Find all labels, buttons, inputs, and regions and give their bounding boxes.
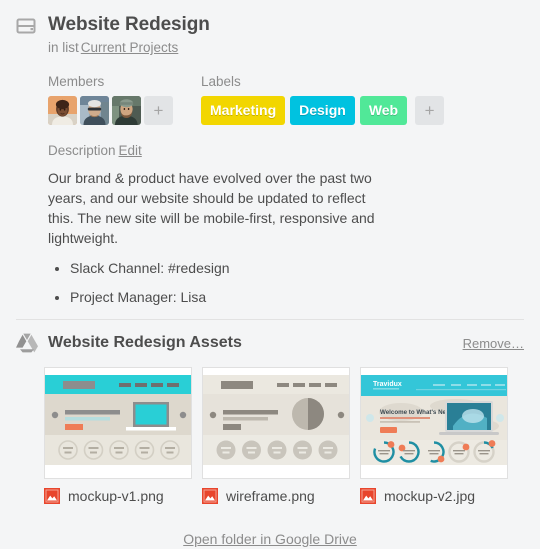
attachment-caption: mockup-v2.jpg [360, 488, 508, 504]
list-item: Project Manager: Lisa [70, 287, 378, 307]
drive-attachment-header: Website Redesign Assets Remove… [16, 333, 524, 353]
page-title: Website Redesign [48, 14, 210, 35]
description-heading: Description [48, 143, 116, 158]
thumbnail-preview-mockup-v1[interactable] [44, 367, 192, 479]
list-name-link[interactable]: Current Projects [81, 40, 179, 55]
card-meta-row: Members + Labels Marketing Design Web + [48, 74, 524, 125]
labels-list: Marketing Design Web + [201, 96, 445, 125]
image-file-icon [44, 488, 60, 504]
card-window-icon [16, 16, 36, 36]
member-avatar-1[interactable] [48, 96, 77, 125]
label-chip-marketing[interactable]: Marketing [201, 96, 286, 125]
in-list-prefix: in list [48, 40, 79, 55]
attachment-file-name: mockup-v2.jpg [384, 488, 476, 504]
attachment-item-mockup-v2[interactable]: Travidux Welcome to What's Next mockup-v… [360, 367, 508, 504]
drive-footer: Open folder in Google Drive [16, 531, 524, 549]
attachment-file-name: mockup-v1.png [68, 488, 164, 504]
add-label-button[interactable]: + [415, 96, 445, 125]
card-header: Website Redesign in list Current Projects [16, 14, 524, 56]
attachment-item-mockup-v1[interactable]: mockup-v1.png [44, 367, 192, 504]
description-header: Description Edit [48, 143, 378, 159]
description-paragraph: Our brand & product have evolved over th… [48, 170, 375, 246]
open-folder-in-drive-link[interactable]: Open folder in Google Drive [183, 531, 357, 547]
image-file-icon [202, 488, 218, 504]
attachment-thumbnail-list: mockup-v1.png wireframe.png Travidux Wel… [44, 367, 524, 504]
drive-attachment-section: Website Redesign Assets Remove… mockup-v… [0, 333, 540, 549]
label-chip-design[interactable]: Design [290, 96, 355, 125]
card-list-location: in list Current Projects [48, 40, 524, 56]
labels-heading: Labels [201, 74, 241, 89]
remove-attachment-link[interactable]: Remove… [463, 336, 524, 351]
description-edit-link[interactable]: Edit [119, 143, 142, 158]
preview-hero-label: Welcome to What's Next [380, 409, 452, 416]
members-heading: Members [48, 74, 105, 89]
labels-section: Labels Marketing Design Web + [201, 74, 445, 125]
preview-brand-label: Travidux [373, 381, 402, 388]
members-list: + [48, 96, 201, 125]
attachment-caption: mockup-v1.png [44, 488, 192, 504]
members-section: Members + [48, 74, 201, 125]
attachment-title: Website Redesign Assets [48, 334, 242, 351]
image-file-icon [360, 488, 376, 504]
description-bullet-list: Slack Channel: #redesign Project Manager… [48, 258, 378, 307]
section-divider [16, 319, 524, 320]
google-drive-icon [16, 333, 38, 353]
member-avatar-2[interactable] [80, 96, 109, 125]
add-member-button[interactable]: + [144, 96, 173, 125]
attachment-caption: wireframe.png [202, 488, 350, 504]
list-item: Slack Channel: #redesign [70, 258, 378, 278]
label-chip-web[interactable]: Web [359, 96, 408, 125]
thumbnail-preview-mockup-v2[interactable]: Travidux Welcome to What's Next [360, 367, 508, 479]
description-section: Description Edit Our brand & product have… [48, 143, 378, 307]
card-detail-panel: Website Redesign in list Current Projects… [0, 0, 540, 320]
thumbnail-preview-wireframe[interactable] [202, 367, 350, 479]
member-avatar-3[interactable] [112, 96, 141, 125]
attachment-file-name: wireframe.png [226, 488, 315, 504]
attachment-item-wireframe[interactable]: wireframe.png [202, 367, 350, 504]
